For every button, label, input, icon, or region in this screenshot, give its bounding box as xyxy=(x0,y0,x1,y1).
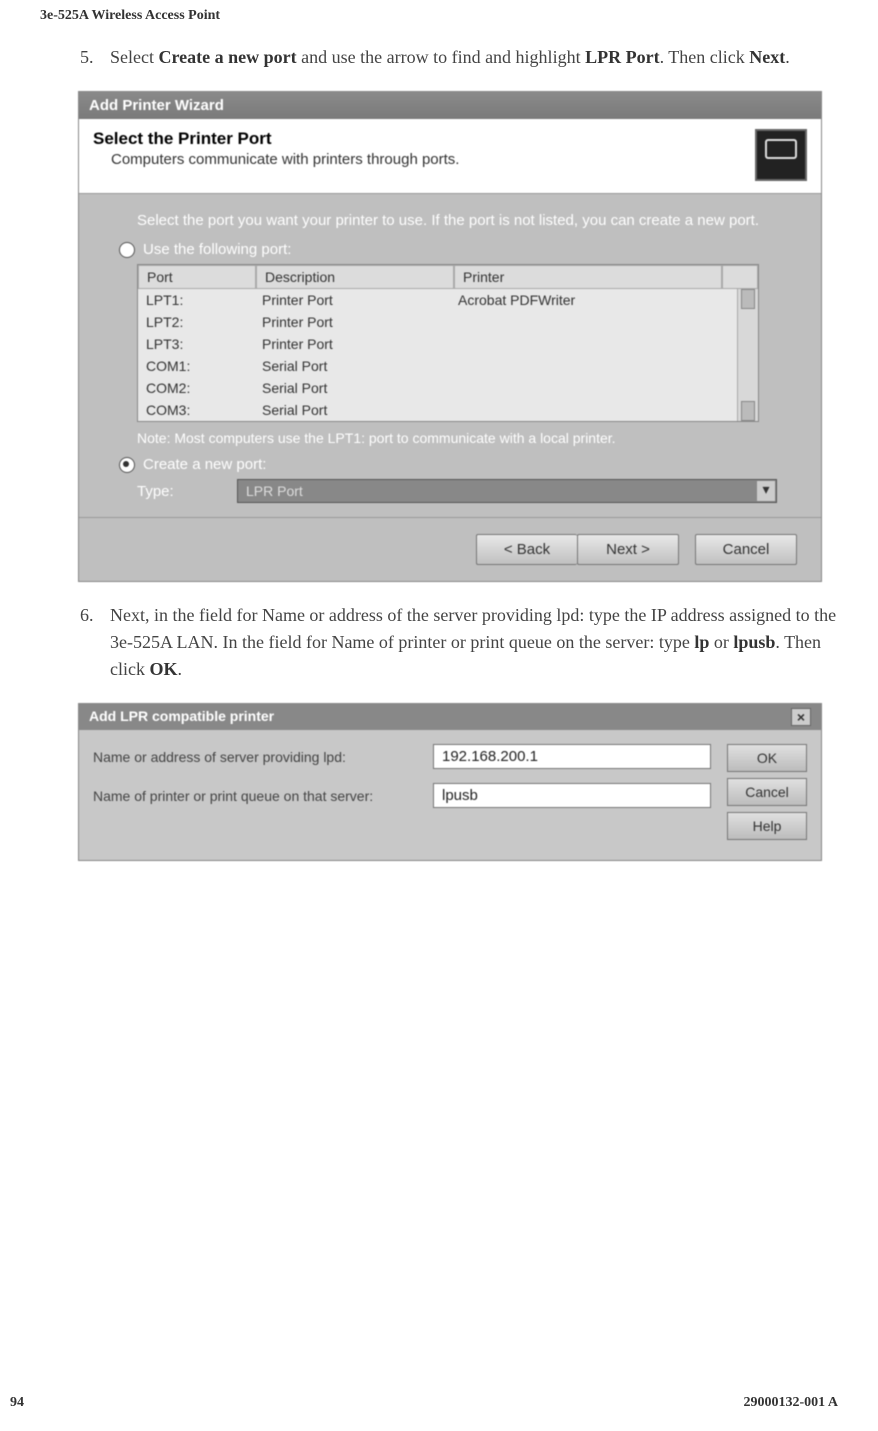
chevron-down-icon[interactable]: ▾ xyxy=(756,480,776,502)
use-port-radio[interactable] xyxy=(119,242,135,258)
type-label: Type: xyxy=(137,483,237,500)
wizard-instruction: Select the port you want your printer to… xyxy=(137,212,777,229)
step-6: 6.Next, in the field for Name or address… xyxy=(110,602,838,683)
back-button[interactable]: < Back xyxy=(476,534,577,565)
create-port-radio[interactable] xyxy=(119,457,135,473)
step-5: 5.Select Create a new port and use the a… xyxy=(110,44,838,71)
create-port-label: Create a new port: xyxy=(143,456,266,473)
table-row[interactable]: LPT2:Printer Port xyxy=(138,311,737,333)
step-6-num: 6. xyxy=(80,602,110,629)
table-row[interactable]: COM1:Serial Port xyxy=(138,355,737,377)
cancel-button[interactable]: Cancel xyxy=(727,778,807,806)
close-icon[interactable]: × xyxy=(791,708,811,726)
page-number: 94 xyxy=(10,1395,24,1411)
scroll-up-icon[interactable] xyxy=(722,265,758,289)
cancel-button[interactable]: Cancel xyxy=(695,534,797,565)
ok-button[interactable]: OK xyxy=(727,744,807,772)
wizard-titlebar: Add Printer Wizard xyxy=(79,92,821,119)
doc-number: 29000132-001 A xyxy=(744,1395,839,1411)
add-lpr-printer-dialog: Add LPR compatible printer × Name or add… xyxy=(78,703,822,861)
use-port-label: Use the following port: xyxy=(143,241,291,258)
next-button[interactable]: Next > xyxy=(577,534,679,565)
wizard-header-panel: Select the Printer Port Computers commun… xyxy=(79,119,821,194)
table-row[interactable]: LPT1:Printer PortAcrobat PDFWriter xyxy=(138,289,737,311)
queue-name-label: Name of printer or print queue on that s… xyxy=(93,788,433,804)
lpr-titlebar: Add LPR compatible printer × xyxy=(79,704,821,730)
col-desc: Description xyxy=(256,265,454,289)
wizard-header-sub: Computers communicate with printers thro… xyxy=(111,151,755,168)
wizard-note: Note: Most computers use the LPT1: port … xyxy=(137,430,777,446)
wizard-header-title: Select the Printer Port xyxy=(93,129,755,149)
help-button[interactable]: Help xyxy=(727,812,807,840)
table-row[interactable]: COM2:Serial Port xyxy=(138,377,737,399)
ports-table[interactable]: Port Description Printer LPT1:Printer Po… xyxy=(137,264,759,422)
col-port: Port xyxy=(138,265,256,289)
table-row[interactable]: COM3:Serial Port xyxy=(138,399,737,421)
scrollbar[interactable] xyxy=(737,289,758,421)
queue-name-input[interactable]: lpusb xyxy=(433,783,711,808)
server-address-input[interactable]: 192.168.200.1 xyxy=(433,744,711,769)
printer-icon xyxy=(755,129,807,181)
page-header: 3e-525A Wireless Access Point xyxy=(40,0,838,24)
port-type-select[interactable]: LPR Port ▾ xyxy=(237,479,777,503)
add-printer-wizard-dialog: Add Printer Wizard Select the Printer Po… xyxy=(78,91,822,582)
table-row[interactable]: LPT3:Printer Port xyxy=(138,333,737,355)
step-5-num: 5. xyxy=(80,44,110,71)
col-printer: Printer xyxy=(454,265,722,289)
server-address-label: Name or address of server providing lpd: xyxy=(93,749,433,765)
